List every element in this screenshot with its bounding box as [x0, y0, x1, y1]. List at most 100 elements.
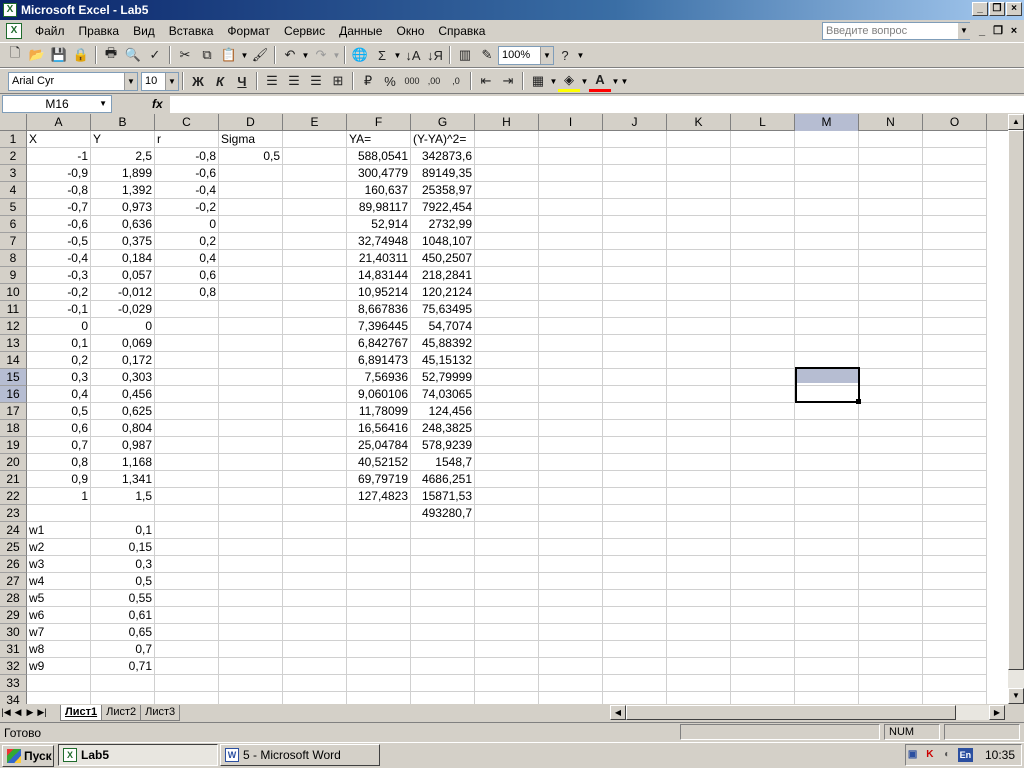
cell-j24[interactable] [603, 522, 667, 539]
cell-d33[interactable] [219, 675, 283, 692]
cell-b33[interactable] [91, 675, 155, 692]
cell-j19[interactable] [603, 437, 667, 454]
cell-j4[interactable] [603, 182, 667, 199]
cell-o22[interactable] [923, 488, 987, 505]
first-sheet-icon[interactable]: |◀ [0, 707, 12, 718]
cell-g21[interactable]: 4686,251 [411, 471, 475, 488]
cell-f7[interactable]: 32,74948 [347, 233, 411, 250]
cell-f24[interactable] [347, 522, 411, 539]
cell-h32[interactable] [475, 658, 539, 675]
cell-d19[interactable] [219, 437, 283, 454]
cell-h2[interactable] [475, 148, 539, 165]
cell-e7[interactable] [283, 233, 347, 250]
cell-k29[interactable] [667, 607, 731, 624]
cell-k18[interactable] [667, 420, 731, 437]
copy-icon[interactable]: ⧉ [196, 44, 218, 66]
cell-d24[interactable] [219, 522, 283, 539]
cell-g4[interactable]: 25358,97 [411, 182, 475, 199]
cell-d30[interactable] [219, 624, 283, 641]
cell-o7[interactable] [923, 233, 987, 250]
cell-l16[interactable] [731, 386, 795, 403]
row-header-33[interactable]: 33 [0, 675, 27, 692]
row-header-2[interactable]: 2 [0, 148, 27, 165]
cell-m20[interactable] [795, 454, 859, 471]
cell-a18[interactable]: 0,6 [27, 420, 91, 437]
spelling-icon[interactable]: ✓ [144, 44, 166, 66]
toolbar-options-icon[interactable]: ▼ [576, 51, 585, 60]
borders-dropdown-icon[interactable]: ▼ [549, 77, 558, 86]
cell-n3[interactable] [859, 165, 923, 182]
cell-n15[interactable] [859, 369, 923, 386]
cell-h15[interactable] [475, 369, 539, 386]
underline-button[interactable]: Ч [231, 70, 253, 92]
column-header-d[interactable]: D [219, 114, 283, 131]
cell-a14[interactable]: 0,2 [27, 352, 91, 369]
cell-o25[interactable] [923, 539, 987, 556]
paste-icon[interactable]: 📋 [218, 44, 240, 66]
row-header-32[interactable]: 32 [0, 658, 27, 675]
cell-g7[interactable]: 1048,107 [411, 233, 475, 250]
cell-k9[interactable] [667, 267, 731, 284]
cell-e8[interactable] [283, 250, 347, 267]
cell-k33[interactable] [667, 675, 731, 692]
cell-o15[interactable] [923, 369, 987, 386]
cell-g24[interactable] [411, 522, 475, 539]
cell-e29[interactable] [283, 607, 347, 624]
fill-color-icon[interactable]: ◈ [558, 70, 580, 92]
cell-c3[interactable]: -0,6 [155, 165, 219, 182]
worksheet-grid[interactable]: ABCDEFGHIJKLMNO 1 2 3 4 5 6 7 8 9 10 11 12 13 14 15 16 1… [0, 114, 1008, 704]
cell-j23[interactable] [603, 505, 667, 522]
column-header-o[interactable]: O [923, 114, 987, 131]
cell-a34[interactable] [27, 692, 91, 704]
cell-b26[interactable]: 0,3 [91, 556, 155, 573]
cell-i26[interactable] [539, 556, 603, 573]
cell-m1[interactable] [795, 131, 859, 148]
cell-h22[interactable] [475, 488, 539, 505]
cell-f5[interactable]: 89,98117 [347, 199, 411, 216]
cell-g28[interactable] [411, 590, 475, 607]
cell-o21[interactable] [923, 471, 987, 488]
cell-b7[interactable]: 0,375 [91, 233, 155, 250]
cell-a4[interactable]: -0,8 [27, 182, 91, 199]
cell-d16[interactable] [219, 386, 283, 403]
row-header-10[interactable]: 10 [0, 284, 27, 301]
sheet-tab[interactable]: Лист2 [101, 704, 142, 721]
cell-i17[interactable] [539, 403, 603, 420]
restore-button[interactable]: ❐ [989, 2, 1005, 16]
cell-a15[interactable]: 0,3 [27, 369, 91, 386]
cell-l23[interactable] [731, 505, 795, 522]
cell-l9[interactable] [731, 267, 795, 284]
cell-i12[interactable] [539, 318, 603, 335]
italic-button[interactable]: К [209, 70, 231, 92]
cell-o16[interactable] [923, 386, 987, 403]
cell-n10[interactable] [859, 284, 923, 301]
cell-m31[interactable] [795, 641, 859, 658]
align-left-icon[interactable]: ☰ [261, 70, 283, 92]
thousands-icon[interactable]: 000 [401, 70, 423, 92]
cell-m27[interactable] [795, 573, 859, 590]
cell-o31[interactable] [923, 641, 987, 658]
cell-g34[interactable] [411, 692, 475, 704]
cell-h29[interactable] [475, 607, 539, 624]
cell-l17[interactable] [731, 403, 795, 420]
cell-j27[interactable] [603, 573, 667, 590]
row-header-18[interactable]: 18 [0, 420, 27, 437]
cell-f13[interactable]: 6,842767 [347, 335, 411, 352]
row-header-23[interactable]: 23 [0, 505, 27, 522]
cell-k8[interactable] [667, 250, 731, 267]
cell-h12[interactable] [475, 318, 539, 335]
cell-h26[interactable] [475, 556, 539, 573]
cell-n22[interactable] [859, 488, 923, 505]
cell-m23[interactable] [795, 505, 859, 522]
cell-i2[interactable] [539, 148, 603, 165]
cell-b4[interactable]: 1,392 [91, 182, 155, 199]
cell-h20[interactable] [475, 454, 539, 471]
volume-icon[interactable]: ◐ [941, 748, 954, 762]
cell-c23[interactable] [155, 505, 219, 522]
column-header-h[interactable]: H [475, 114, 539, 131]
cell-l29[interactable] [731, 607, 795, 624]
row-header-26[interactable]: 26 [0, 556, 27, 573]
cell-n12[interactable] [859, 318, 923, 335]
row-header-27[interactable]: 27 [0, 573, 27, 590]
cell-i34[interactable] [539, 692, 603, 704]
